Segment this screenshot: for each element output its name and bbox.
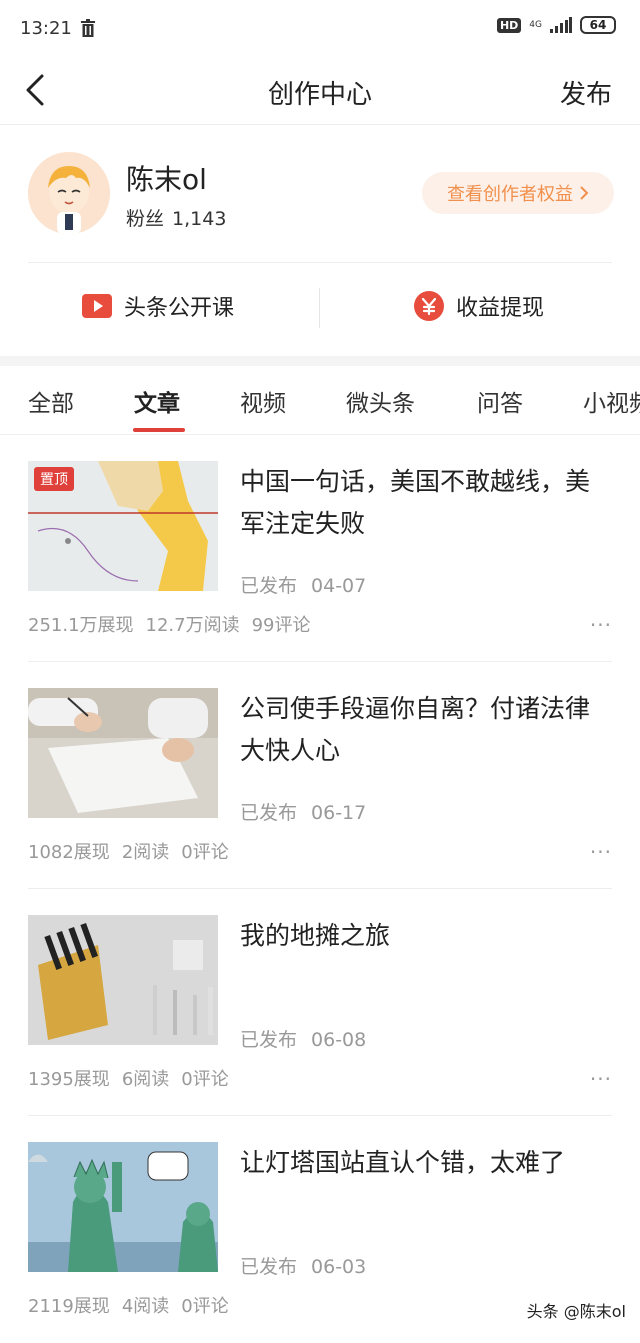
battery-level: 64: [589, 18, 607, 32]
avatar-illustration: [28, 152, 110, 234]
fans-number: 1,143: [172, 208, 227, 230]
publish-date: 06-08: [311, 1029, 367, 1051]
article-status: 已发布 06-03: [240, 1252, 366, 1279]
signal-icon: [550, 17, 572, 33]
pinned-badge: 置顶: [34, 467, 74, 491]
divider: [319, 288, 320, 328]
divider: [28, 262, 612, 263]
chevron-right-icon: [580, 186, 589, 200]
tab-videos[interactable]: 视频: [240, 384, 286, 418]
yen-icon: [414, 291, 444, 321]
article-title[interactable]: 让灯塔国站直认个错，太难了: [240, 1142, 600, 1184]
profile-section: 陈末ol 粉丝 1,143 查看创作者权益 头条公开课 收益提现: [0, 126, 640, 356]
publish-status: 已发布: [240, 1256, 298, 1278]
publish-status: 已发布: [240, 1029, 298, 1051]
nav-bar: 创作中心 发布: [0, 60, 640, 125]
article-title[interactable]: 中国一句话，美国不敢越线，美军注定失败: [240, 461, 600, 545]
creator-rights-label: 查看创作者权益: [447, 184, 573, 205]
document-signing-image: [28, 688, 218, 818]
trash-icon: [81, 19, 95, 37]
article-item[interactable]: 公司使手段逼你自离？付诸法律大快人心 已发布 06-17 1082展现 2阅读 0评论…: [0, 662, 640, 889]
article-thumbnail: [28, 688, 218, 818]
content-tabs: 全部 文章 视频 微头条 问答 小视频: [0, 366, 640, 435]
tab-qa[interactable]: 问答: [477, 384, 523, 418]
tab-articles[interactable]: 文章: [134, 384, 180, 418]
tab-all[interactable]: 全部: [28, 384, 74, 418]
publish-status: 已发布: [240, 802, 298, 824]
battery-icon: 64: [580, 16, 616, 34]
article-title[interactable]: 公司使手段逼你自离？付诸法律大快人心: [240, 688, 600, 772]
impressions: 2119展现: [28, 1296, 110, 1317]
watermark: 头条 @陈末ol: [526, 1302, 626, 1321]
network-label: 4G: [529, 19, 542, 30]
statue-cartoon-image: [28, 1142, 218, 1272]
status-time: 13:21: [20, 18, 72, 39]
comments: 0评论: [181, 842, 229, 863]
article-thumbnail: 置顶: [28, 461, 218, 591]
comments: 99评论: [251, 615, 311, 636]
withdraw-link[interactable]: 收益提现: [414, 290, 544, 322]
open-course-link[interactable]: 头条公开课: [82, 290, 234, 322]
impressions: 1395展现: [28, 1069, 110, 1090]
knife-set-image: [28, 915, 218, 1045]
article-thumbnail: [28, 1142, 218, 1272]
page-title: 创作中心: [267, 80, 372, 110]
reads: 12.7万阅读: [145, 615, 240, 636]
article-title[interactable]: 我的地摊之旅: [240, 915, 600, 957]
fans-count: 粉丝 1,143: [126, 204, 234, 231]
article-status: 已发布 06-17: [240, 798, 366, 825]
article-item[interactable]: 我的地摊之旅 已发布 06-08 1395展现 6阅读 0评论 ···: [0, 889, 640, 1116]
active-tab-indicator: [133, 428, 185, 432]
avatar[interactable]: [28, 152, 110, 234]
user-name: 陈末ol: [126, 163, 207, 196]
publish-date: 04-07: [311, 575, 367, 597]
publish-date: 06-17: [311, 802, 367, 824]
tab-short-videos[interactable]: 小视频: [583, 384, 640, 418]
section-gap: [0, 356, 640, 366]
article-stats: 1395展现 6阅读 0评论: [28, 1065, 229, 1091]
fans-label: 粉丝: [126, 208, 165, 230]
status-bar: 13:21 HD 4G 64: [0, 0, 640, 60]
publish-date: 06-03: [311, 1256, 367, 1278]
withdraw-label: 收益提现: [456, 296, 545, 321]
creator-rights-button[interactable]: 查看创作者权益: [422, 172, 614, 214]
more-options-icon[interactable]: ···: [590, 1067, 612, 1091]
article-stats: 1082展现 2阅读 0评论: [28, 838, 229, 864]
reads: 6阅读: [121, 1069, 170, 1090]
reads: 4阅读: [121, 1296, 170, 1317]
more-options-icon[interactable]: ···: [590, 613, 612, 637]
article-thumbnail: [28, 915, 218, 1045]
article-stats: 251.1万展现 12.7万阅读 99评论: [28, 611, 311, 637]
impressions: 1082展现: [28, 842, 110, 863]
comments: 0评论: [181, 1069, 229, 1090]
impressions: 251.1万展现: [28, 615, 134, 636]
open-course-label: 头条公开课: [124, 296, 235, 321]
article-status: 已发布 06-08: [240, 1025, 366, 1052]
article-status: 已发布 04-07: [240, 571, 366, 598]
play-icon: [82, 294, 112, 318]
publish-button[interactable]: 发布: [560, 74, 612, 111]
hd-badge: HD: [496, 17, 522, 33]
tab-micro-posts[interactable]: 微头条: [346, 384, 415, 418]
article-stats: 2119展现 4阅读 0评论: [28, 1292, 229, 1318]
reads: 2阅读: [121, 842, 170, 863]
more-options-icon[interactable]: ···: [590, 840, 612, 864]
publish-status: 已发布: [240, 575, 298, 597]
article-item[interactable]: 置顶 中国一句话，美国不敢越线，美军注定失败 已发布 04-07 251.1万展现…: [0, 435, 640, 662]
comments: 0评论: [181, 1296, 229, 1317]
